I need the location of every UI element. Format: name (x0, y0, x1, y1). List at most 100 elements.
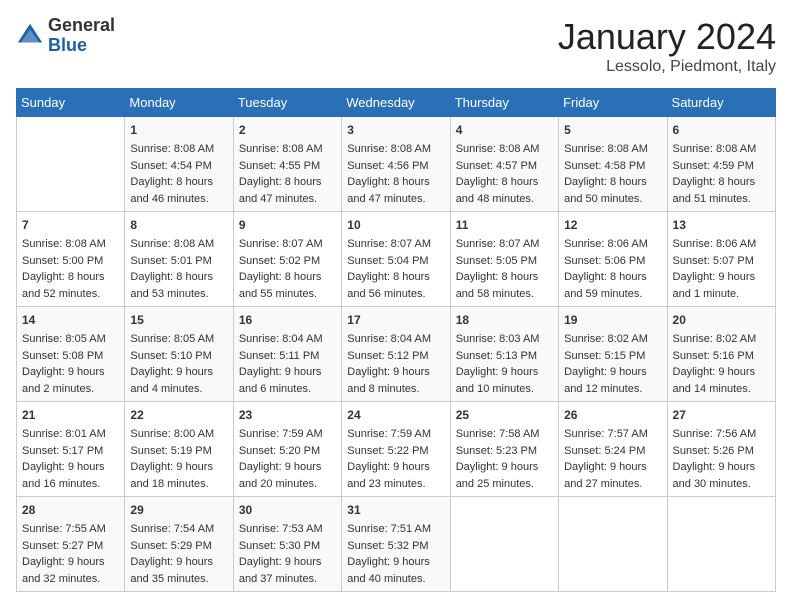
calendar-cell: 11 Sunrise: 8:07 AM Sunset: 5:05 PM Dayli… (450, 212, 558, 307)
month-title: January 2024 (558, 16, 776, 58)
day-number: 12 (564, 216, 661, 234)
day-info: Sunrise: 7:59 AM Sunset: 5:22 PM Dayligh… (347, 426, 444, 492)
calendar-week-row: 7 Sunrise: 8:08 AM Sunset: 5:00 PM Daylig… (17, 212, 776, 307)
day-number: 2 (239, 121, 336, 139)
title-block: January 2024 Lessolo, Piedmont, Italy (558, 16, 776, 76)
day-number: 25 (456, 406, 553, 424)
day-number: 21 (22, 406, 119, 424)
day-info: Sunrise: 8:07 AM Sunset: 5:05 PM Dayligh… (456, 236, 553, 302)
day-info: Sunrise: 7:51 AM Sunset: 5:32 PM Dayligh… (347, 521, 444, 587)
day-number: 15 (130, 311, 227, 329)
day-header-tuesday: Tuesday (233, 89, 341, 117)
day-number: 30 (239, 501, 336, 519)
day-info: Sunrise: 7:58 AM Sunset: 5:23 PM Dayligh… (456, 426, 553, 492)
day-number: 19 (564, 311, 661, 329)
day-header-thursday: Thursday (450, 89, 558, 117)
calendar-cell: 15 Sunrise: 8:05 AM Sunset: 5:10 PM Dayli… (125, 307, 233, 402)
day-info: Sunrise: 8:05 AM Sunset: 5:08 PM Dayligh… (22, 331, 119, 397)
day-number: 11 (456, 216, 553, 234)
day-info: Sunrise: 8:02 AM Sunset: 5:15 PM Dayligh… (564, 331, 661, 397)
calendar-cell: 31 Sunrise: 7:51 AM Sunset: 5:32 PM Dayli… (342, 497, 450, 592)
day-number: 7 (22, 216, 119, 234)
day-number: 1 (130, 121, 227, 139)
calendar-cell: 3Sunrise: 8:08 AM Sunset: 4:56 PM Daylig… (342, 117, 450, 212)
day-info: Sunrise: 8:08 AM Sunset: 4:54 PM Dayligh… (130, 141, 227, 207)
day-number: 17 (347, 311, 444, 329)
calendar-cell: 5 Sunrise: 8:08 AM Sunset: 4:58 PM Daylig… (559, 117, 667, 212)
day-number: 29 (130, 501, 227, 519)
calendar-cell: 17Sunrise: 8:04 AM Sunset: 5:12 PM Dayli… (342, 307, 450, 402)
calendar-cell: 4Sunrise: 8:08 AM Sunset: 4:57 PM Daylig… (450, 117, 558, 212)
day-info: Sunrise: 8:08 AM Sunset: 5:01 PM Dayligh… (130, 236, 227, 302)
day-info: Sunrise: 8:02 AM Sunset: 5:16 PM Dayligh… (673, 331, 770, 397)
day-number: 22 (130, 406, 227, 424)
day-number: 20 (673, 311, 770, 329)
calendar-week-row: 28Sunrise: 7:55 AM Sunset: 5:27 PM Dayli… (17, 497, 776, 592)
calendar-cell: 23Sunrise: 7:59 AM Sunset: 5:20 PM Dayli… (233, 402, 341, 497)
calendar-cell: 18Sunrise: 8:03 AM Sunset: 5:13 PM Dayli… (450, 307, 558, 402)
day-info: Sunrise: 7:57 AM Sunset: 5:24 PM Dayligh… (564, 426, 661, 492)
calendar-cell: 19 Sunrise: 8:02 AM Sunset: 5:15 PM Dayli… (559, 307, 667, 402)
logo: General Blue (16, 16, 115, 56)
day-number: 9 (239, 216, 336, 234)
day-info: Sunrise: 8:07 AM Sunset: 5:02 PM Dayligh… (239, 236, 336, 302)
day-info: Sunrise: 8:08 AM Sunset: 5:00 PM Dayligh… (22, 236, 119, 302)
day-number: 3 (347, 121, 444, 139)
day-info: Sunrise: 8:04 AM Sunset: 5:11 PM Dayligh… (239, 331, 336, 397)
day-number: 13 (673, 216, 770, 234)
calendar-cell (559, 497, 667, 592)
day-info: Sunrise: 8:08 AM Sunset: 4:57 PM Dayligh… (456, 141, 553, 207)
calendar-week-row: 1 Sunrise: 8:08 AM Sunset: 4:54 PM Daylig… (17, 117, 776, 212)
page-header: General Blue January 2024 Lessolo, Piedm… (16, 16, 776, 76)
day-info: Sunrise: 8:06 AM Sunset: 5:06 PM Dayligh… (564, 236, 661, 302)
day-header-saturday: Saturday (667, 89, 775, 117)
day-number: 28 (22, 501, 119, 519)
day-info: Sunrise: 7:53 AM Sunset: 5:30 PM Dayligh… (239, 521, 336, 587)
day-number: 14 (22, 311, 119, 329)
calendar-cell: 2 Sunrise: 8:08 AM Sunset: 4:55 PM Daylig… (233, 117, 341, 212)
day-info: Sunrise: 7:56 AM Sunset: 5:26 PM Dayligh… (673, 426, 770, 492)
calendar-cell: 1 Sunrise: 8:08 AM Sunset: 4:54 PM Daylig… (125, 117, 233, 212)
day-info: Sunrise: 8:01 AM Sunset: 5:17 PM Dayligh… (22, 426, 119, 492)
calendar-cell: 30 Sunrise: 7:53 AM Sunset: 5:30 PM Dayli… (233, 497, 341, 592)
day-number: 10 (347, 216, 444, 234)
day-info: Sunrise: 8:08 AM Sunset: 4:59 PM Dayligh… (673, 141, 770, 207)
calendar-cell: 8 Sunrise: 8:08 AM Sunset: 5:01 PM Daylig… (125, 212, 233, 307)
day-header-monday: Monday (125, 89, 233, 117)
logo-general-text: General (48, 15, 115, 35)
day-info: Sunrise: 8:07 AM Sunset: 5:04 PM Dayligh… (347, 236, 444, 302)
calendar-week-row: 21 Sunrise: 8:01 AM Sunset: 5:17 PM Dayli… (17, 402, 776, 497)
day-number: 16 (239, 311, 336, 329)
day-number: 24 (347, 406, 444, 424)
calendar-cell: 10 Sunrise: 8:07 AM Sunset: 5:04 PM Dayli… (342, 212, 450, 307)
day-header-friday: Friday (559, 89, 667, 117)
calendar-cell: 21 Sunrise: 8:01 AM Sunset: 5:17 PM Dayli… (17, 402, 125, 497)
calendar-cell: 22Sunrise: 8:00 AM Sunset: 5:19 PM Dayli… (125, 402, 233, 497)
calendar-cell: 14 Sunrise: 8:05 AM Sunset: 5:08 PM Dayli… (17, 307, 125, 402)
calendar-table: SundayMondayTuesdayWednesdayThursdayFrid… (16, 88, 776, 592)
day-number: 27 (673, 406, 770, 424)
logo-icon (16, 22, 44, 50)
calendar-cell: 7 Sunrise: 8:08 AM Sunset: 5:00 PM Daylig… (17, 212, 125, 307)
calendar-cell (667, 497, 775, 592)
calendar-week-row: 14 Sunrise: 8:05 AM Sunset: 5:08 PM Dayli… (17, 307, 776, 402)
day-info: Sunrise: 7:59 AM Sunset: 5:20 PM Dayligh… (239, 426, 336, 492)
day-info: Sunrise: 8:08 AM Sunset: 4:55 PM Dayligh… (239, 141, 336, 207)
day-header-sunday: Sunday (17, 89, 125, 117)
calendar-cell: 26 Sunrise: 7:57 AM Sunset: 5:24 PM Dayli… (559, 402, 667, 497)
day-info: Sunrise: 8:08 AM Sunset: 4:58 PM Dayligh… (564, 141, 661, 207)
calendar-cell: 6Sunrise: 8:08 AM Sunset: 4:59 PM Daylig… (667, 117, 775, 212)
day-number: 5 (564, 121, 661, 139)
day-info: Sunrise: 7:54 AM Sunset: 5:29 PM Dayligh… (130, 521, 227, 587)
day-number: 31 (347, 501, 444, 519)
day-info: Sunrise: 8:06 AM Sunset: 5:07 PM Dayligh… (673, 236, 770, 302)
day-number: 8 (130, 216, 227, 234)
day-header-wednesday: Wednesday (342, 89, 450, 117)
calendar-cell: 27 Sunrise: 7:56 AM Sunset: 5:26 PM Dayli… (667, 402, 775, 497)
day-info: Sunrise: 8:03 AM Sunset: 5:13 PM Dayligh… (456, 331, 553, 397)
day-number: 26 (564, 406, 661, 424)
calendar-header-row: SundayMondayTuesdayWednesdayThursdayFrid… (17, 89, 776, 117)
calendar-cell: 16 Sunrise: 8:04 AM Sunset: 5:11 PM Dayli… (233, 307, 341, 402)
day-info: Sunrise: 8:05 AM Sunset: 5:10 PM Dayligh… (130, 331, 227, 397)
logo-blue-text: Blue (48, 35, 87, 55)
